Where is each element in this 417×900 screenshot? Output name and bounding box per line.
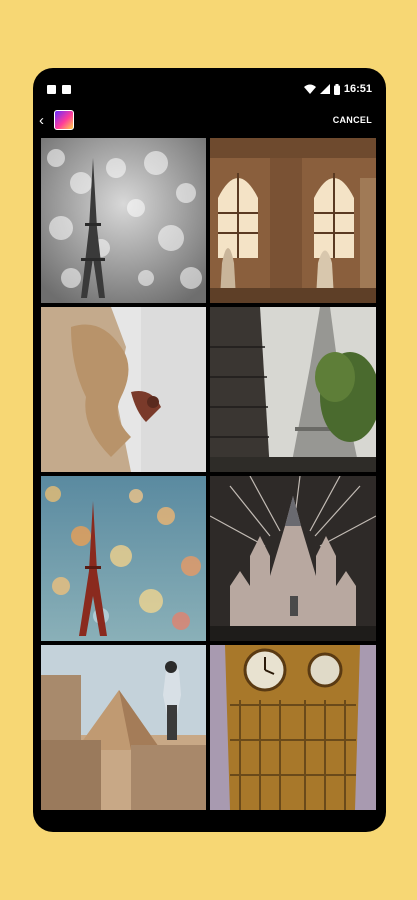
image-grid bbox=[41, 138, 376, 814]
cancel-button[interactable]: CANCEL bbox=[333, 115, 372, 125]
back-arrow-icon[interactable]: ‹ bbox=[39, 111, 53, 131]
gallery-image-horse-statue[interactable] bbox=[41, 307, 206, 472]
gallery-image-big-ben[interactable] bbox=[210, 645, 376, 810]
clock: 16:51 bbox=[343, 83, 372, 95]
gallery-image-eiffel-bokeh-silver[interactable] bbox=[41, 138, 206, 303]
notification-icon bbox=[47, 85, 56, 94]
status-left bbox=[47, 85, 71, 94]
wifi-icon bbox=[303, 84, 316, 94]
notification-icon bbox=[62, 85, 71, 94]
gallery-image-louvre-windows[interactable] bbox=[210, 138, 376, 303]
app-bar: ‹ CANCEL bbox=[33, 106, 386, 136]
status-bar: 16:51 bbox=[33, 82, 386, 104]
gallery-image-eiffel-street[interactable] bbox=[210, 307, 376, 472]
app-logo-icon bbox=[54, 110, 74, 130]
phone-frame: 16:51 ‹ CANCEL bbox=[33, 68, 386, 832]
gallery-image-eiffel-bokeh-color[interactable] bbox=[41, 476, 206, 641]
battery-icon bbox=[333, 83, 340, 95]
signal-icon bbox=[319, 84, 330, 94]
gallery-image-pyramid-traveler[interactable] bbox=[41, 645, 206, 810]
status-right: 16:51 bbox=[303, 83, 372, 95]
gallery-image-castle-fireworks[interactable] bbox=[210, 476, 376, 641]
